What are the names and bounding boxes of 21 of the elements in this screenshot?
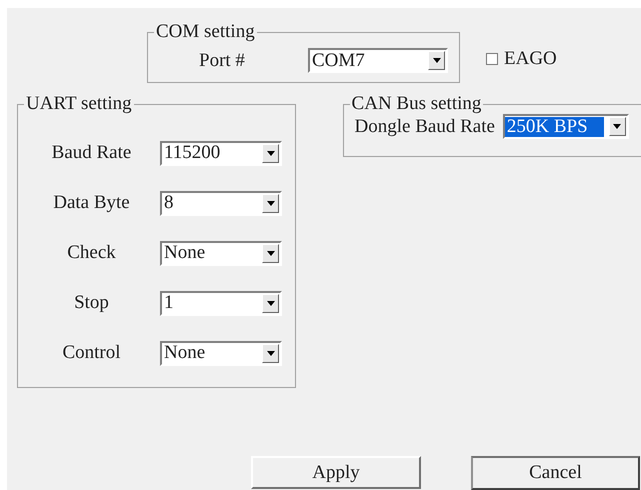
field-label: Check xyxy=(66,242,117,264)
dropdown[interactable]: 115200 xyxy=(160,140,282,166)
eago-checkbox[interactable]: EAGO xyxy=(486,48,557,70)
dropdown[interactable]: 1 xyxy=(160,290,282,316)
port-dropdown[interactable]: COM7 xyxy=(308,48,448,73)
dropdown[interactable]: 8 xyxy=(160,190,282,216)
dropdown[interactable]: None xyxy=(160,240,282,266)
port-label: Port # xyxy=(199,50,246,72)
checkbox-icon[interactable] xyxy=(486,53,498,65)
group-title: UART setting xyxy=(25,94,133,114)
field-label: Stop xyxy=(73,292,110,314)
dongle-baud-rate-label: Dongle Baud Rate xyxy=(354,116,495,138)
field-label: Control xyxy=(61,342,122,364)
field-label: Data Byte xyxy=(52,192,131,214)
apply-button[interactable]: Apply xyxy=(251,456,421,489)
group-title: COM setting xyxy=(155,22,256,42)
dongle-baud-rate-dropdown[interactable]: 250K BPS xyxy=(502,114,629,139)
cancel-button[interactable]: Cancel xyxy=(471,456,640,490)
group-title: CAN Bus setting xyxy=(350,94,482,114)
dropdown[interactable]: None xyxy=(160,340,282,366)
field-label: Baud Rate xyxy=(50,142,132,164)
